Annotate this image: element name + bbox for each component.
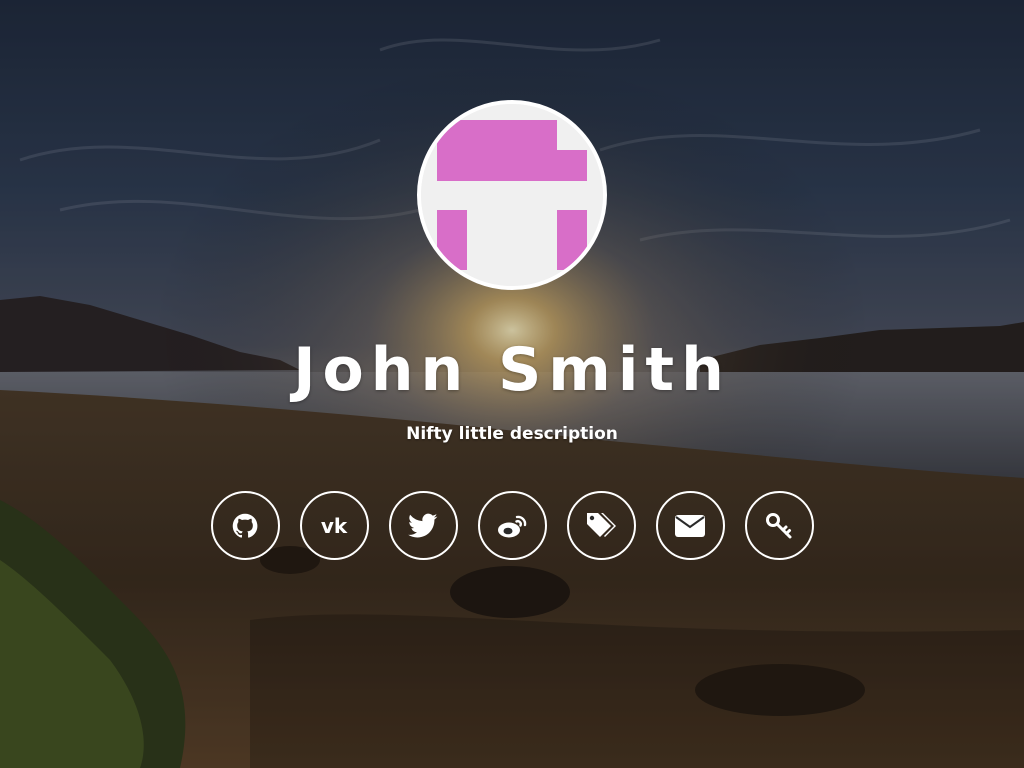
github-link[interactable]: [210, 491, 280, 560]
tags-link[interactable]: [566, 491, 636, 560]
identicon-image: [421, 104, 603, 286]
weibo-link[interactable]: [477, 491, 547, 560]
vk-link[interactable]: vk: [299, 491, 369, 560]
key-link[interactable]: [744, 491, 814, 560]
identicon-block: [437, 150, 587, 181]
tags-icon: [585, 511, 617, 541]
github-icon: [231, 512, 259, 540]
twitter-icon: [408, 513, 438, 539]
profile-name: John Smith: [293, 335, 731, 405]
social-item-weibo: [477, 491, 547, 560]
key-icon: [764, 511, 794, 541]
weibo-icon: [495, 512, 529, 540]
social-links: vk: [0, 491, 1024, 560]
email-link[interactable]: [655, 491, 725, 560]
social-item-tags: [566, 491, 636, 560]
avatar: [417, 100, 607, 290]
social-item-twitter: [388, 491, 458, 560]
social-item-github: [210, 491, 280, 560]
profile-description: Nifty little description: [406, 424, 618, 444]
identicon-block: [437, 120, 557, 150]
vk-icon: vk: [317, 515, 351, 537]
twitter-link[interactable]: [388, 491, 458, 560]
envelope-icon: [674, 514, 706, 538]
social-item-key: [744, 491, 814, 560]
social-item-email: [655, 491, 725, 560]
social-item-vk: vk: [299, 491, 369, 560]
svg-text:vk: vk: [321, 515, 348, 537]
